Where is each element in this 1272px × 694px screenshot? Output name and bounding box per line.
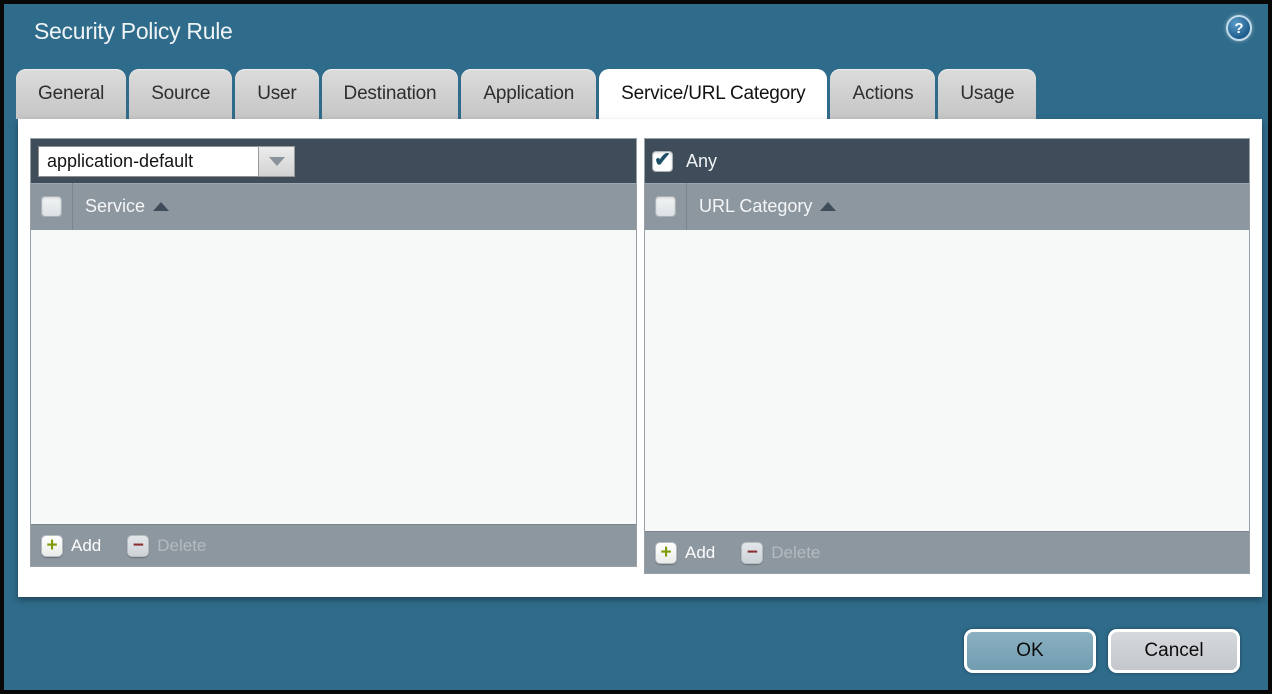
dialog-action-buttons: OK Cancel — [964, 629, 1240, 673]
url-category-add-button[interactable]: + Add — [655, 542, 715, 564]
tab-application[interactable]: Application — [461, 69, 596, 119]
service-type-input[interactable] — [38, 146, 258, 177]
delete-button-label: Delete — [157, 536, 206, 556]
dialog-title: Security Policy Rule — [34, 18, 233, 45]
service-footer: + Add − Delete — [31, 524, 636, 566]
service-add-button[interactable]: + Add — [41, 535, 101, 557]
service-table-header: Service — [31, 183, 636, 230]
service-table-body[interactable] — [31, 230, 636, 524]
add-plus-icon: + — [41, 535, 63, 557]
chevron-down-icon — [269, 157, 285, 166]
url-category-toolbar: Any — [645, 139, 1249, 183]
service-delete-button[interactable]: − Delete — [127, 535, 206, 557]
sort-ascending-icon — [153, 202, 169, 211]
cancel-button[interactable]: Cancel — [1108, 629, 1240, 673]
url-category-delete-button[interactable]: − Delete — [741, 542, 820, 564]
tab-actions[interactable]: Actions — [830, 69, 935, 119]
url-category-panel: Any URL Category + Add − Delete — [644, 138, 1250, 574]
url-category-column-header[interactable]: URL Category — [687, 183, 836, 230]
service-column-label: Service — [85, 196, 145, 217]
tab-usage[interactable]: Usage — [938, 69, 1036, 119]
delete-button-label: Delete — [771, 543, 820, 563]
service-select-all-cell — [31, 183, 73, 230]
tab-source[interactable]: Source — [129, 69, 232, 119]
ok-button[interactable]: OK — [964, 629, 1096, 673]
tab-bar: General Source User Destination Applicat… — [16, 69, 1036, 119]
any-checkbox[interactable] — [652, 151, 673, 172]
service-type-dropdown-button[interactable] — [258, 146, 295, 177]
add-plus-icon: + — [655, 542, 677, 564]
add-button-label: Add — [71, 536, 101, 556]
delete-minus-icon: − — [741, 542, 763, 564]
delete-minus-icon: − — [127, 535, 149, 557]
url-category-table-body[interactable] — [645, 230, 1249, 531]
url-category-select-all-cell — [645, 183, 687, 230]
service-column-header[interactable]: Service — [73, 183, 169, 230]
any-checkbox-label: Any — [686, 151, 717, 172]
service-type-dropdown[interactable] — [38, 146, 295, 177]
help-icon[interactable]: ? — [1226, 15, 1252, 41]
service-panel: Service + Add − Delete — [30, 138, 637, 567]
sort-ascending-icon — [820, 202, 836, 211]
url-category-select-all-checkbox[interactable] — [655, 196, 676, 217]
url-category-table-header: URL Category — [645, 183, 1249, 230]
add-button-label: Add — [685, 543, 715, 563]
tab-destination[interactable]: Destination — [322, 69, 459, 119]
service-select-all-checkbox[interactable] — [41, 196, 62, 217]
service-toolbar — [31, 139, 636, 183]
url-category-column-label: URL Category — [699, 196, 812, 217]
tab-general[interactable]: General — [16, 69, 126, 119]
url-category-footer: + Add − Delete — [645, 531, 1249, 573]
dialog-titlebar: Security Policy Rule ? — [4, 4, 1268, 64]
tab-service-url-category[interactable]: Service/URL Category — [599, 69, 827, 119]
tab-user[interactable]: User — [235, 69, 318, 119]
